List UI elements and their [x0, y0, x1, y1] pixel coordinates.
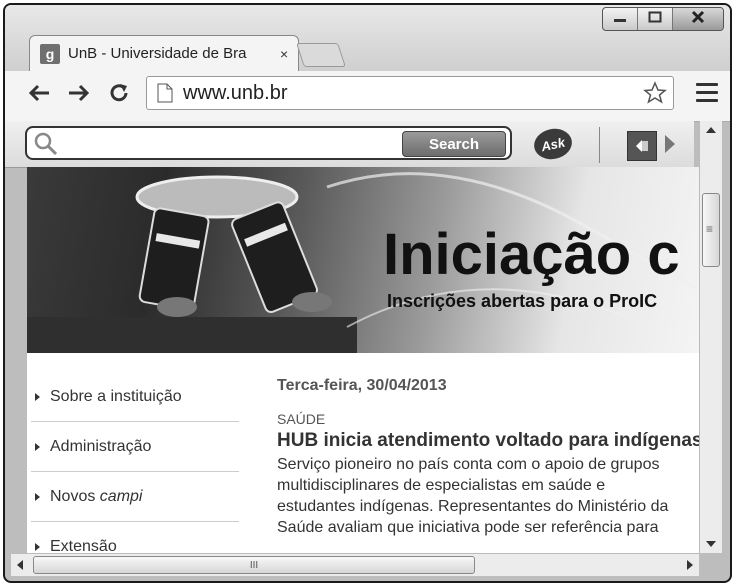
search-button[interactable]: Search: [402, 131, 506, 157]
browser-window: g UnB - Universidade de Bra × www.unb.br…: [3, 3, 732, 583]
page-icon: [157, 83, 173, 103]
sidebar-item-novos-campi[interactable]: Novos campi: [31, 472, 239, 522]
scroll-grip: III: [249, 559, 259, 571]
ask-search-input[interactable]: Search: [25, 126, 512, 160]
star-icon[interactable]: [643, 81, 667, 105]
reload-icon: [108, 82, 130, 109]
ask-toolbar: Search Ask: [5, 121, 694, 168]
banner-headline: Iniciação c: [383, 222, 680, 287]
new-tab-button[interactable]: [296, 43, 346, 67]
sidebar-item-label: Extensão: [50, 537, 117, 554]
vertical-scroll-thumb[interactable]: ≡: [702, 193, 720, 267]
menu-icon[interactable]: [696, 83, 718, 107]
page-viewport: Iniciação c Inscrições abertas para o Pr…: [27, 167, 699, 553]
tab-title: UnB - Universidade de Bra: [68, 45, 247, 62]
close-icon: [691, 10, 705, 29]
bullet-icon: [35, 442, 40, 451]
scroll-grip: ≡: [706, 222, 714, 236]
title-bar: g UnB - Universidade de Bra ×: [5, 5, 730, 71]
toolbar-overflow-arrow-icon[interactable]: [665, 135, 675, 153]
sidebar-item-administracao[interactable]: Administração: [31, 422, 239, 472]
address-bar[interactable]: www.unb.br: [146, 76, 674, 110]
search-icon: [33, 131, 59, 162]
back-button[interactable]: [25, 81, 53, 109]
minimize-icon: [613, 10, 627, 28]
maximize-icon: [648, 10, 662, 28]
sidebar-nav: Sobre a instituição Administração Novos …: [27, 372, 239, 553]
news-category: SAÚDE: [277, 411, 326, 427]
news-date: Terca-feira, 30/04/2013: [277, 377, 447, 394]
sidebar-item-extensao[interactable]: Extensão: [31, 522, 239, 553]
sidebar-item-label: Administração: [50, 437, 152, 455]
vertical-scrollbar[interactable]: ≡: [699, 121, 722, 553]
news-title-link[interactable]: HUB inicia atendimento voltado para indí…: [277, 429, 699, 452]
scroll-left-arrow-icon[interactable]: [17, 560, 23, 570]
scroll-down-arrow-icon[interactable]: [706, 541, 716, 547]
forward-button[interactable]: [65, 81, 93, 109]
bullet-icon: [35, 492, 40, 501]
sidebar-item-label: Sobre a instituição: [50, 387, 182, 405]
bullet-icon: [35, 542, 40, 551]
url-text: www.unb.br: [183, 81, 288, 104]
browser-toolbar: www.unb.br: [5, 71, 730, 122]
tab-close-icon[interactable]: ×: [280, 46, 288, 62]
maximize-button[interactable]: [637, 8, 672, 30]
active-tab[interactable]: g UnB - Universidade de Bra ×: [29, 35, 299, 71]
minimize-button[interactable]: [603, 8, 637, 30]
sidebar-item-sobre[interactable]: Sobre a instituição: [31, 372, 239, 422]
horizontal-scroll-thumb[interactable]: III: [33, 556, 475, 574]
bullet-icon: [35, 392, 40, 401]
scroll-right-arrow-icon[interactable]: [687, 560, 693, 570]
news-body: Serviço pioneiro no país conta com o apo…: [277, 456, 669, 536]
extension-icon[interactable]: [627, 131, 657, 161]
ask-logo-icon[interactable]: Ask: [531, 125, 575, 163]
toolbar-divider: [599, 127, 600, 163]
window-controls: [602, 7, 724, 31]
back-arrow-icon: [27, 83, 51, 108]
news-section: Terca-feira, 30/04/2013 SAÚDE HUB inicia…: [277, 377, 699, 538]
close-window-button[interactable]: [672, 8, 723, 30]
google-favicon-icon: g: [40, 43, 60, 64]
reload-button[interactable]: [105, 81, 133, 109]
sidebar-item-label: Novos campi: [50, 487, 143, 505]
horizontal-scrollbar[interactable]: III: [11, 553, 699, 576]
banner-subline: Inscrições abertas para o ProIC: [387, 291, 658, 311]
forward-arrow-icon: [67, 83, 91, 108]
hero-banner[interactable]: Iniciação c Inscrições abertas para o Pr…: [27, 167, 699, 353]
scroll-up-arrow-icon[interactable]: [706, 127, 716, 133]
